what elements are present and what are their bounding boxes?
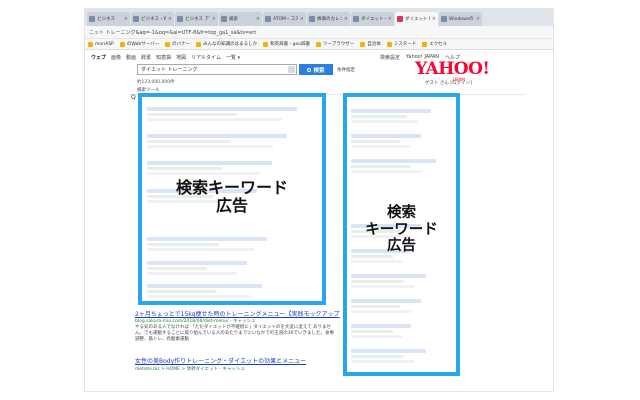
tab-favicon-icon (441, 16, 447, 22)
tab-label: 株価のカレンダー (317, 17, 342, 22)
browser-tab[interactable]: 株価のカレンダー× (307, 12, 350, 26)
search-input[interactable] (137, 64, 297, 75)
bookmark-item[interactable]: ミスタード (386, 41, 417, 47)
tab-label: ビジネス (97, 17, 115, 22)
bookmark-item[interactable]: みんなの知識のはまるしか (196, 41, 257, 47)
search-icon (307, 67, 312, 72)
bookmark-label: ツーブラウザー (323, 42, 355, 47)
search-button-label: 検索 (313, 67, 325, 74)
bookmark-label: みんなの知識のはまるしか (203, 42, 258, 47)
address-text: ニット トレーニング&aq=-1&oq=&ai=UTF-8&fr=top_ga1… (89, 29, 257, 36)
tab-favicon-icon (177, 16, 183, 22)
bookmarks-bar: moriASP のWebサーバー のバナー みんなの知識のはまるしか 和英辞書 - go… (85, 39, 553, 50)
search-settings-link[interactable]: 検索設定 (380, 54, 400, 61)
bookmark-item[interactable]: エクセル (422, 41, 447, 47)
login-link[interactable]: ゲスト さん [ログイン] (425, 80, 472, 86)
tab-close-icon[interactable]: × (124, 16, 128, 22)
tab-favicon-icon (265, 16, 271, 22)
tab-strip: ビジネス×ビジネス・Web×ビジネス アプリ×検索×ATOM・コスト×株価のカレ… (85, 9, 553, 26)
browser-tab[interactable]: Windowsのエクセ× (439, 12, 482, 26)
ad-label-left: 検索キーワード 広告 (175, 178, 288, 216)
bookmark-item[interactable]: 和英辞書 - goo辞書 (263, 41, 310, 47)
yahoo-nav-item[interactable]: 辞書 (141, 54, 151, 61)
bookmark-label: のバナー (172, 42, 191, 47)
tab-close-icon[interactable]: × (476, 16, 480, 22)
browser-tab[interactable]: ATOM・コスト× (263, 12, 306, 26)
browser-tab[interactable]: ダイエット・サプリ× (351, 12, 394, 26)
bookmark-item[interactable]: のバナー (165, 41, 190, 47)
yahoo-logo-text: YAHOO! (415, 59, 490, 79)
tab-favicon-icon (221, 16, 227, 22)
result-url[interactable]: blog.sakura-mio.com/2018/06/diet-menu/ -… (135, 318, 256, 324)
bookmark-icon (88, 41, 93, 47)
bookmark-icon (386, 41, 392, 47)
tab-label: ビジネス アプリ (185, 17, 210, 22)
yahoo-nav-item[interactable]: リアルタイム (191, 54, 221, 61)
browser-tab[interactable]: 検索 × (219, 12, 262, 26)
bookmark-item[interactable]: のWebサーバー (119, 41, 160, 47)
bookmark-label: ミスタード (393, 42, 417, 47)
condition-link[interactable]: 条件指定 (337, 67, 355, 73)
bookmark-label: 自治体 (367, 42, 381, 47)
bookmark-icon (196, 41, 202, 47)
result-description: やる気のある人でなければ 「ただダイエットが不継続に」ダイエットのを大変に変えて… (135, 325, 334, 342)
bookmark-icon (263, 41, 269, 47)
browser-tab[interactable]: ビジネス × (87, 12, 130, 26)
tab-label: ビジネス・Web (141, 17, 166, 22)
bookmark-item[interactable]: 自治体 (360, 41, 381, 47)
left-marker: Q (131, 94, 136, 101)
yahoo-nav-item[interactable]: ウェブ (91, 54, 106, 61)
tab-label: ダイエット・サプリ (361, 17, 386, 22)
search-button[interactable]: 検索 (299, 64, 333, 75)
bookmark-icon (316, 41, 322, 47)
tab-close-icon[interactable]: × (344, 16, 348, 22)
ad-label-right: 検索 キーワード 広告 (365, 205, 438, 255)
result-url[interactable]: dietsite.biz > HOME > 体幹ダイエット - キャッシュ (135, 366, 245, 372)
tab-favicon-icon (89, 16, 95, 22)
yahoo-nav-item[interactable]: 知恵袋 (156, 54, 171, 61)
browser-screenshot: ビジネス×ビジネス・Web×ビジネス アプリ×検索×ATOM・コスト×株価のカレ… (84, 8, 554, 392)
tab-label: 検索 (229, 17, 238, 22)
search-assist-icon[interactable] (288, 66, 295, 73)
bookmark-icon (360, 41, 366, 47)
result-title[interactable]: 女性の美Body作りトレーニング・ダイエットの効果とメニュー (135, 356, 306, 365)
browser-tab[interactable]: ダイエットトレー× (395, 12, 438, 26)
tab-close-icon[interactable]: × (212, 16, 216, 22)
result-title[interactable]: 2ヶ月ちょっとで15kg痩せた時のトレーニングメニュー【実践モックアップ (135, 309, 340, 318)
browser-tab[interactable]: ビジネス・Web× (131, 12, 174, 26)
yahoo-nav-item[interactable]: 動画 (126, 54, 136, 61)
bookmark-label: のWebサーバー (126, 42, 160, 47)
tab-close-icon[interactable]: × (168, 16, 172, 22)
browser-tab[interactable]: ビジネス アプリ× (175, 12, 218, 26)
bookmark-label: 和英辞書 - goo辞書 (270, 42, 311, 47)
bookmark-icon (165, 41, 171, 47)
bookmark-label: エクセル (429, 42, 448, 47)
tab-close-icon[interactable]: × (256, 16, 260, 22)
yahoo-nav-item[interactable]: 地図 (176, 54, 186, 61)
tab-label: ATOM・コスト (273, 17, 298, 22)
yahoo-nav-item[interactable]: 画像 (111, 54, 121, 61)
result-count: 約123,000,000件 (137, 80, 175, 85)
tab-favicon-icon (397, 16, 403, 22)
tab-label: Windowsのエクセ (449, 17, 474, 22)
tab-close-icon[interactable]: × (300, 16, 304, 22)
bookmark-label: moriASP (95, 41, 114, 47)
address-bar[interactable]: ニット トレーニング&aq=-1&oq=&ai=UTF-8&fr=top_ga1… (85, 26, 553, 39)
bookmark-icon (422, 41, 428, 47)
page-canvas: ビジネス×ビジネス・Web×ビジネス アプリ×検索×ATOM・コスト×株価のカレ… (0, 0, 640, 400)
tab-favicon-icon (353, 16, 359, 22)
bookmark-item[interactable]: ツーブラウザー (316, 41, 354, 47)
tab-favicon-icon (133, 16, 139, 22)
tab-label: ダイエットトレー (405, 17, 430, 22)
bookmark-icon (119, 41, 125, 47)
tab-close-icon[interactable]: × (388, 16, 392, 22)
bookmark-item[interactable]: moriASP (88, 41, 114, 47)
tab-close-icon[interactable]: × (432, 16, 436, 22)
yahoo-nav-item[interactable]: 一覧 ▾ (226, 54, 240, 61)
tab-favicon-icon (309, 16, 315, 22)
